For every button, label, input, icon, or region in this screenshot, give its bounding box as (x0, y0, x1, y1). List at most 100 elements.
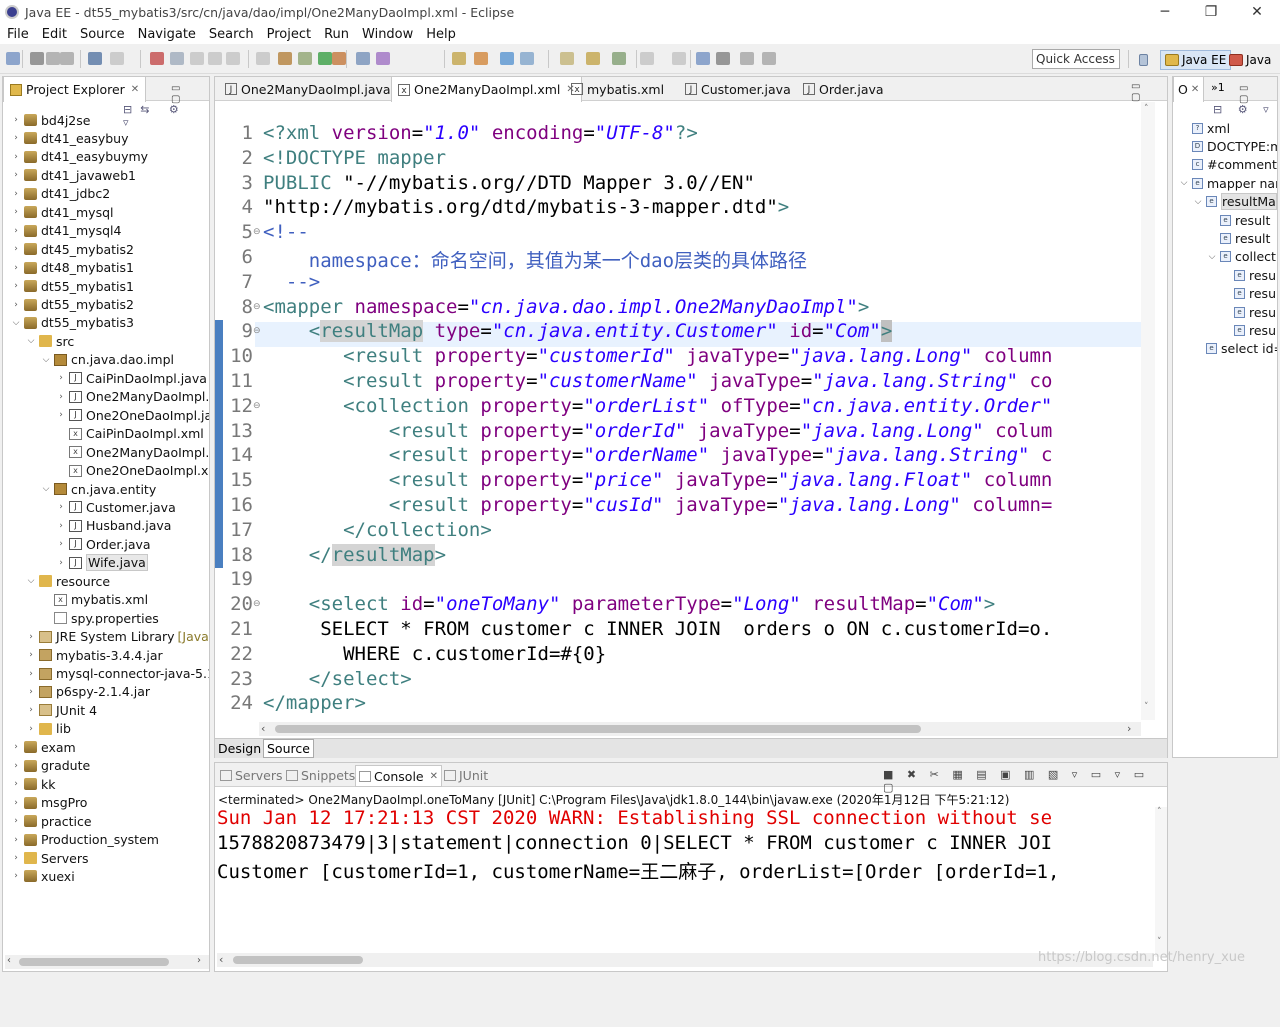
tab-servers[interactable]: Servers (217, 766, 286, 784)
chevron-right-icon[interactable]: › (11, 281, 21, 291)
chevron-right-icon[interactable]: › (26, 669, 36, 679)
explorer-hscroll-thumb[interactable] (19, 958, 169, 966)
tree-item[interactable]: › dt41_javaweb1 (11, 166, 136, 184)
tree-item[interactable]: › J Wife.java (56, 554, 148, 572)
tree-item[interactable]: › Production_system (11, 831, 159, 849)
toolbar-button-15-icon[interactable] (318, 52, 332, 65)
scroll-down-icon[interactable]: ˅ (1157, 937, 1162, 947)
tree-item[interactable]: › J Husband.java (56, 517, 171, 535)
tree-item[interactable]: › J One2OneDaoImpl.jav (56, 406, 209, 424)
fold-toggle-icon[interactable]: ⊖ (253, 302, 261, 312)
outline-item[interactable]: e resu (1221, 303, 1276, 321)
tree-item[interactable]: › J One2ManyDaoImpl.ja (56, 388, 209, 406)
tree-item[interactable]: x One2ManyDaoImpl.x (56, 443, 209, 461)
close-icon[interactable]: ✕ (1191, 84, 1199, 95)
code-line[interactable]: <resultMap type="cn.java.entity.Customer… (263, 320, 893, 343)
chevron-right-icon[interactable]: › (11, 871, 21, 881)
tree-item[interactable]: › exam (11, 738, 76, 756)
toolbar-button-29-icon[interactable] (716, 52, 730, 65)
chevron-right-icon[interactable]: › (11, 115, 21, 125)
tab-design[interactable]: Design (218, 741, 261, 756)
code-line[interactable]: <result property="price" javaType="java.… (263, 469, 1053, 491)
chevron-down-icon[interactable]: ⌵ (26, 336, 36, 346)
toolbar-button-27-icon[interactable] (672, 52, 686, 65)
tree-item[interactable]: ⌵ cn.java.dao.impl (41, 351, 174, 369)
code-line[interactable]: namespace：命名空间，其值为某一个dao层类的具体路径 (263, 246, 807, 273)
tree-item[interactable]: › msgPro (11, 794, 87, 812)
editor-hscroll[interactable]: ‹ › (259, 722, 1141, 736)
scroll-left-icon[interactable]: ‹ (7, 955, 11, 966)
outline-toolbar[interactable]: ⊟ ⚙ ▿ (1213, 103, 1275, 116)
code-line[interactable]: <result property="cusId" javaType="java.… (263, 494, 1053, 516)
close-window-button[interactable]: ✕ (1234, 0, 1280, 24)
code-line[interactable]: <mapper namespace="cn.java.dao.impl.One2… (263, 296, 869, 318)
chevron-right-icon[interactable]: › (56, 392, 66, 402)
tree-item[interactable]: › mybatis-3.4.4.jar (26, 646, 162, 664)
code-line[interactable]: </select> (263, 668, 412, 690)
code-line[interactable]: </collection> (263, 519, 492, 541)
chevron-down-icon[interactable]: ⌵ (1179, 178, 1189, 188)
chevron-right-icon[interactable]: › (11, 779, 21, 789)
code-line[interactable]: SELECT * FROM customer c INNER JOIN orde… (263, 618, 1052, 640)
menu-source[interactable]: Source (73, 27, 131, 42)
tree-item[interactable]: › dt45_mybatis2 (11, 240, 134, 258)
tree-item[interactable]: › practice (11, 812, 91, 830)
toolbar-button-18-icon[interactable] (376, 52, 390, 65)
toolbar-button-16-icon[interactable] (332, 52, 346, 65)
toolbar-button-14-icon[interactable] (298, 52, 312, 65)
code-line[interactable]: WHERE c.customerId=#{0} (263, 643, 606, 665)
tree-item[interactable]: › dt41_mysql4 (11, 222, 121, 240)
editor-hscroll-thumb[interactable] (275, 725, 921, 733)
console-output[interactable]: Sun Jan 12 17:21:13 CST 2020 WARN: Estab… (217, 807, 1153, 947)
code-line[interactable]: "http://mybatis.org/dtd/mybatis-3-mapper… (263, 196, 789, 218)
toolbar-button-20-icon[interactable] (474, 52, 488, 65)
tree-item[interactable]: › J CaiPinDaoImpl.java (56, 369, 207, 387)
menu-window[interactable]: Window (355, 27, 419, 42)
toolbar-button-3-icon[interactable] (46, 52, 60, 65)
console-hscroll-thumb[interactable] (233, 956, 363, 964)
quick-access-input[interactable]: Quick Access (1032, 49, 1120, 69)
code-line[interactable]: <result property="customerId" javaType="… (263, 345, 1052, 367)
tab-junit[interactable]: JUnit (441, 766, 491, 784)
scroll-left-icon[interactable]: ‹ (261, 722, 265, 735)
fold-toggle-icon[interactable]: ⊖ (253, 227, 261, 237)
chevron-right-icon[interactable]: › (11, 853, 21, 863)
tree-item[interactable]: › JUnit 4 (26, 701, 97, 719)
perspective-java-ee[interactable]: Java EE (1160, 50, 1232, 70)
chevron-right-icon[interactable]: › (56, 373, 66, 383)
tree-item[interactable]: › mysql-connector-java-5.1. (26, 665, 209, 683)
menu-project[interactable]: Project (260, 27, 317, 42)
outline-item[interactable]: ? xml (1179, 119, 1230, 137)
fold-toggle-icon[interactable]: ⊖ (253, 326, 261, 336)
toolbar-button-9-icon[interactable] (190, 52, 204, 65)
outline-item[interactable]: e result (1207, 211, 1270, 229)
chevron-right-icon[interactable]: › (56, 539, 66, 549)
restore-button[interactable]: ❐ (1188, 0, 1234, 24)
tree-item[interactable]: x CaiPinDaoImpl.xml (56, 425, 204, 443)
toolbar-button-19-icon[interactable] (452, 52, 466, 65)
chevron-right-icon[interactable]: › (11, 742, 21, 752)
toolbar-button-26-icon[interactable] (640, 52, 654, 65)
toolbar-button-8-icon[interactable] (170, 52, 184, 65)
toolbar-button-6-icon[interactable] (110, 52, 124, 65)
chevron-right-icon[interactable]: › (56, 502, 66, 512)
tree-item[interactable]: › Servers (11, 849, 88, 867)
chevron-down-icon[interactable]: ⌵ (1193, 197, 1203, 207)
toolbar-button-7-icon[interactable] (150, 52, 164, 65)
editor-tab[interactable]: J Customer.java (679, 77, 797, 101)
fold-toggle-icon[interactable]: ⊖ (253, 401, 261, 411)
chevron-down-icon[interactable]: ⌵ (11, 318, 21, 328)
minimize-maximize-icon[interactable]: ▭ ▢ (171, 83, 209, 105)
code-line[interactable]: <result property="customerName" javaType… (263, 370, 1052, 392)
tree-item[interactable]: › dt41_jdbc2 (11, 185, 110, 203)
toolbar-button-10-icon[interactable] (208, 52, 222, 65)
more-views-icon[interactable]: »1 (1211, 81, 1225, 94)
toolbar-button-22-icon[interactable] (520, 52, 534, 65)
chevron-down-icon[interactable]: ⌵ (41, 355, 51, 365)
tree-item[interactable]: › J Customer.java (56, 498, 176, 516)
console-hscroll[interactable]: ‹ (217, 953, 1153, 967)
tab-project-explorer[interactable]: Project Explorer ✕ (3, 77, 147, 102)
editor-minimize-maximize-icon[interactable]: ▭ ▢ (1131, 81, 1167, 103)
chevron-right-icon[interactable]: › (11, 133, 21, 143)
code-lines[interactable]: 1 <?xml version="1.0" encoding="UTF-8"?> 2… (219, 122, 1157, 722)
